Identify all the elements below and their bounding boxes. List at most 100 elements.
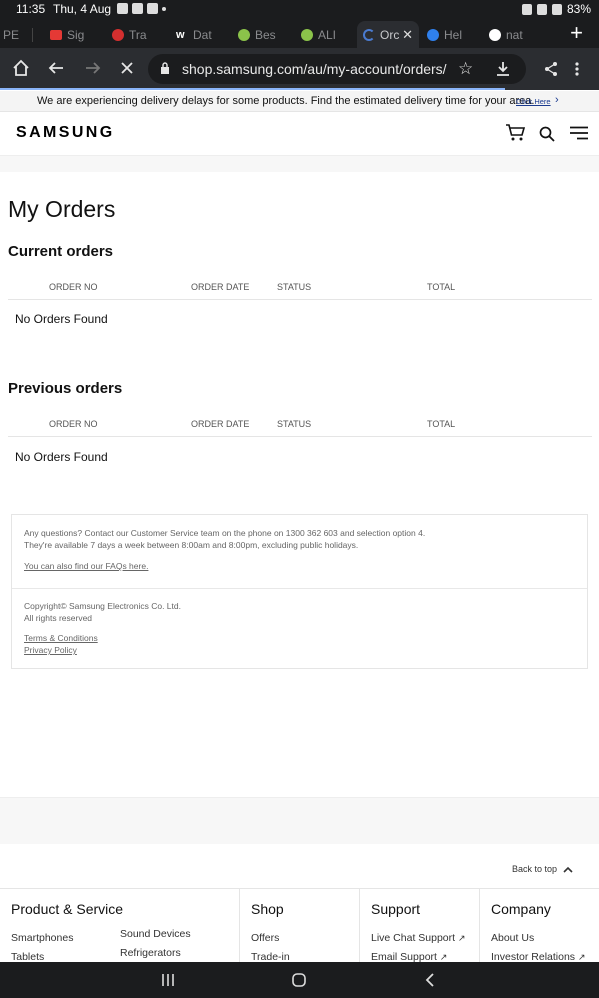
browser-tab-strip: PE Sig Tra w Dat Bes ALI Orc ✕ Hel nat + bbox=[0, 18, 599, 48]
gallery-icon bbox=[117, 3, 128, 14]
footer-column-divider bbox=[239, 889, 240, 963]
mail-icon bbox=[132, 3, 143, 14]
footer-heading-shop[interactable]: Shop bbox=[251, 901, 284, 917]
tab-label: nat bbox=[506, 27, 523, 42]
stop-loading-icon[interactable] bbox=[120, 61, 134, 75]
delivery-banner: We are experiencing delivery delays for … bbox=[0, 91, 599, 112]
info-divider bbox=[12, 588, 587, 589]
home-icon[interactable] bbox=[12, 59, 30, 77]
header-spacer bbox=[0, 156, 599, 172]
android-navigation-bar bbox=[0, 962, 599, 998]
copyright-text: Copyright© Samsung Electronics Co. Ltd. bbox=[24, 601, 181, 611]
tab-favicon-icon bbox=[301, 28, 313, 41]
tab-label: Sig bbox=[67, 27, 85, 42]
footer-link-offers[interactable]: Offers bbox=[251, 932, 279, 944]
footer-heading-company[interactable]: Company bbox=[491, 901, 551, 917]
browser-tab-5[interactable]: ALI bbox=[295, 21, 355, 48]
tab-label: ALI bbox=[318, 27, 337, 42]
footer-link-smartphones[interactable]: Smartphones bbox=[11, 932, 73, 944]
more-options-icon[interactable] bbox=[574, 61, 580, 77]
footer-link-live-chat[interactable]: Live Chat Support ↗ bbox=[371, 932, 466, 944]
rights-text: All rights reserved bbox=[24, 613, 93, 623]
contact-info-line-2: They're available 7 days a week between … bbox=[24, 540, 359, 550]
browser-tab-1[interactable]: Sig bbox=[44, 21, 104, 48]
footer-divider bbox=[0, 888, 599, 889]
google-icon bbox=[489, 28, 501, 41]
site-header: SAMSUNG bbox=[0, 112, 599, 156]
chevron-up-icon[interactable] bbox=[563, 866, 573, 873]
page-load-progress bbox=[0, 88, 505, 90]
download-icon[interactable] bbox=[496, 61, 510, 77]
chevron-right-icon[interactable]: › bbox=[555, 94, 559, 106]
page-title: My Orders bbox=[8, 196, 116, 222]
back-to-top-link[interactable]: Back to top bbox=[512, 864, 557, 874]
column-status: STATUS bbox=[277, 419, 312, 429]
hamburger-menu-icon[interactable] bbox=[569, 126, 589, 140]
status-bar: 11:35 Thu, 4 Aug 83% bbox=[0, 0, 599, 18]
tab-label: PE bbox=[3, 27, 20, 42]
footer-link-about-us[interactable]: About Us bbox=[491, 932, 534, 944]
loading-spinner-icon bbox=[363, 28, 375, 41]
close-tab-icon[interactable]: ✕ bbox=[402, 27, 413, 43]
back-button-icon[interactable] bbox=[425, 973, 435, 987]
wifi-icon bbox=[551, 3, 562, 15]
banner-message: We are experiencing delivery delays for … bbox=[37, 95, 535, 107]
address-bar[interactable]: shop.samsung.com/au/my-account/orders/ ☆ bbox=[148, 54, 526, 84]
external-link-icon: ↗ bbox=[457, 933, 466, 943]
recent-apps-icon[interactable] bbox=[161, 973, 175, 987]
footer-link-sound-devices[interactable]: Sound Devices bbox=[120, 928, 191, 940]
footer-heading-product-service[interactable]: Product & Service bbox=[11, 901, 123, 917]
more-notifications-icon bbox=[162, 7, 166, 11]
tab-favicon-icon bbox=[112, 28, 124, 41]
external-link-icon: ↗ bbox=[439, 952, 448, 962]
clock: 11:35 bbox=[16, 2, 46, 16]
banner-link[interactable]: Click Here bbox=[516, 97, 551, 106]
battery-level: 83% bbox=[566, 2, 591, 16]
faq-link[interactable]: You can also find our FAQs here. bbox=[24, 560, 148, 572]
back-arrow-icon[interactable] bbox=[48, 60, 64, 76]
forward-arrow-icon[interactable] bbox=[85, 60, 101, 76]
cart-icon[interactable] bbox=[505, 123, 526, 142]
tab-label: Bes bbox=[255, 27, 276, 42]
home-button-icon[interactable] bbox=[291, 972, 307, 988]
system-icons: 83% bbox=[521, 2, 591, 16]
date: Thu, 4 Aug bbox=[53, 2, 112, 16]
external-link-icon: ↗ bbox=[577, 952, 586, 962]
browser-tab-4[interactable]: Bes bbox=[232, 21, 292, 48]
share-icon[interactable] bbox=[544, 61, 558, 77]
browser-tab-0[interactable]: PE bbox=[0, 21, 28, 48]
terms-link[interactable]: Terms & Conditions bbox=[24, 632, 98, 644]
tab-label: Tra bbox=[129, 27, 147, 42]
new-tab-icon[interactable]: + bbox=[570, 22, 583, 44]
column-order-no: ORDER NO bbox=[49, 282, 98, 292]
current-orders-empty: No Orders Found bbox=[15, 312, 108, 326]
url-text[interactable]: shop.samsung.com/au/my-account/orders/ bbox=[182, 61, 447, 77]
alarm-icon bbox=[521, 3, 532, 15]
current-orders-header: ORDER NO ORDER DATE STATUS TOTAL bbox=[8, 278, 592, 300]
previous-orders-header: ORDER NO ORDER DATE STATUS TOTAL bbox=[8, 415, 592, 437]
notification-icons bbox=[117, 3, 166, 14]
footer-heading-support[interactable]: Support bbox=[371, 901, 420, 917]
browser-tab-2[interactable]: Tra bbox=[106, 21, 166, 48]
footer-link-label: Live Chat Support bbox=[371, 932, 456, 944]
browser-tab-8[interactable]: nat bbox=[483, 21, 543, 48]
tab-label: Dat bbox=[193, 27, 212, 42]
bookmark-star-icon[interactable]: ☆ bbox=[458, 59, 473, 79]
browser-toolbar: shop.samsung.com/au/my-account/orders/ ☆ bbox=[0, 48, 599, 90]
footer-link-refrigerators[interactable]: Refrigerators bbox=[120, 947, 181, 959]
samsung-logo[interactable]: SAMSUNG bbox=[16, 124, 115, 142]
privacy-link[interactable]: Privacy Policy bbox=[24, 644, 77, 656]
column-total: TOTAL bbox=[427, 419, 456, 429]
lock-icon bbox=[161, 62, 169, 74]
footer-column-divider bbox=[359, 889, 360, 963]
browser-tab-7[interactable]: Hel bbox=[421, 21, 481, 48]
footer-spacer bbox=[0, 797, 599, 844]
column-order-date: ORDER DATE bbox=[191, 282, 250, 292]
tab-favicon-icon: w bbox=[176, 28, 185, 41]
tab-label: Hel bbox=[444, 27, 463, 42]
browser-tab-3[interactable]: w Dat bbox=[170, 21, 230, 48]
column-total: TOTAL bbox=[427, 282, 456, 292]
column-order-no: ORDER NO bbox=[49, 419, 98, 429]
search-icon[interactable] bbox=[539, 126, 555, 142]
browser-tab-active[interactable]: Orc ✕ bbox=[357, 21, 419, 48]
